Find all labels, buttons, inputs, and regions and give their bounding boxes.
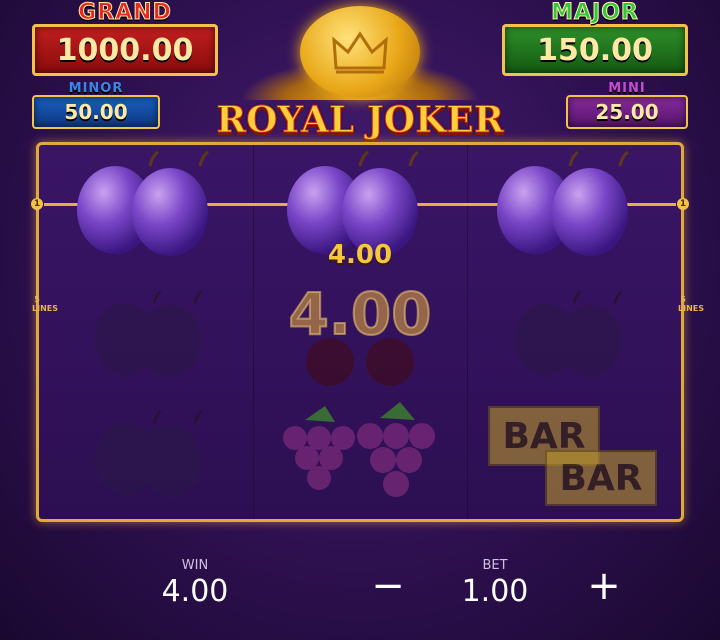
plum-symbol <box>514 290 623 377</box>
jackpot-mini-label: MINI <box>608 81 646 96</box>
bar-symbol: BAR <box>545 450 657 506</box>
game-logo-title: ROYAL JOKER <box>216 99 505 141</box>
jackpot-grand-label: GRAND <box>78 0 172 25</box>
line-win-amount: 4.00 <box>327 240 393 270</box>
jackpot-grand: GRAND 1000.00 <box>32 0 218 76</box>
plum-symbol <box>94 290 203 377</box>
payline-marker-left: 1 <box>31 198 43 210</box>
jackpot-major: MAJOR 150.00 <box>502 0 688 76</box>
jackpot-major-value: 150.00 <box>502 24 688 76</box>
bet-decrease-button[interactable]: − <box>368 566 408 606</box>
crown-icon <box>332 31 388 74</box>
bet-increase-button[interactable]: + <box>584 566 624 606</box>
reel-divider <box>467 145 468 519</box>
jackpot-minor: MINOR 50.00 <box>32 82 160 129</box>
win-amount-overlay: 4.00 <box>287 279 432 349</box>
win-label: WIN <box>181 558 209 573</box>
grapes-symbol <box>283 402 435 497</box>
bottom-bar: WIN 4.00 − BET 1.00 + <box>0 540 720 640</box>
jackpot-mini-value: 25.00 <box>566 95 688 129</box>
bet-label: BET <box>482 558 508 573</box>
lines-label-right: 5 LINES <box>678 295 704 313</box>
plum-symbol <box>94 410 203 497</box>
plum-symbol <box>497 150 629 256</box>
jackpot-minor-value: 50.00 <box>32 95 160 129</box>
jackpot-mini: MINI 25.00 <box>566 82 688 129</box>
win-value: 4.00 <box>161 574 229 609</box>
bet-value: 1.00 <box>461 574 529 609</box>
jackpot-minor-label: MINOR <box>68 81 124 96</box>
lines-label-left: 5 LINES <box>32 295 58 313</box>
jackpot-major-label: MAJOR <box>551 0 639 25</box>
payline-marker-right: 1 <box>677 198 689 210</box>
plum-symbol <box>77 150 209 256</box>
reel-divider <box>253 145 254 519</box>
jackpot-grand-value: 1000.00 <box>32 24 218 76</box>
